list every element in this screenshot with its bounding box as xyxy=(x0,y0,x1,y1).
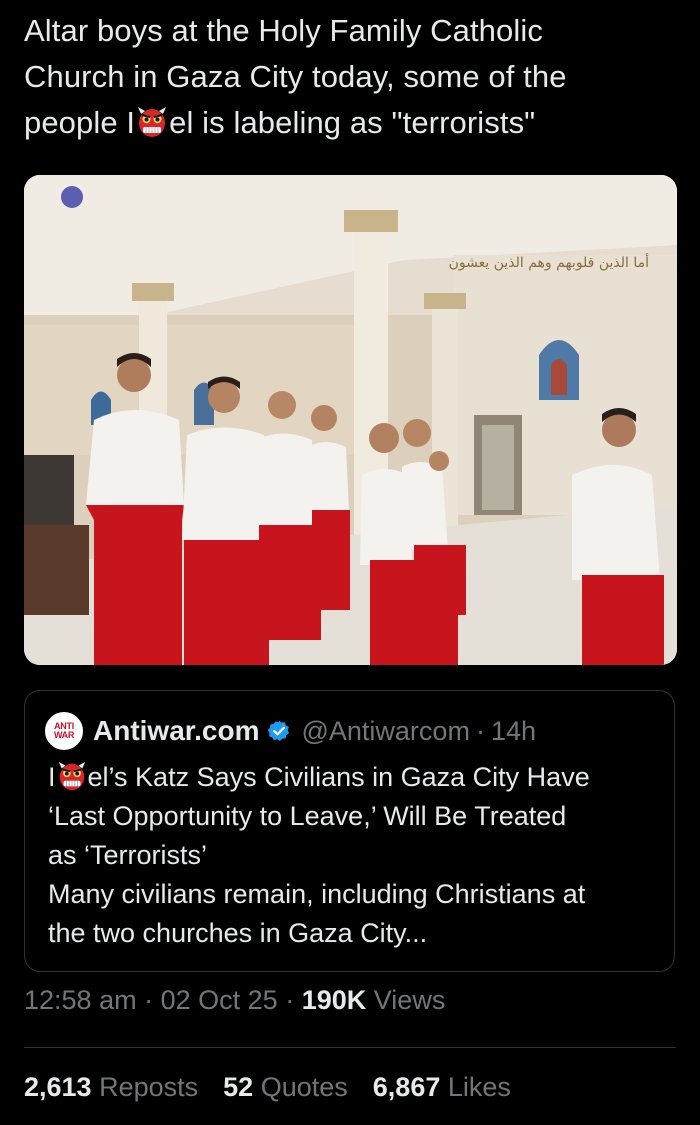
avatar[interactable]: ANTI WAR xyxy=(45,712,83,750)
quoted-summary-line: the two churches in Gaza City... xyxy=(48,918,428,948)
quoted-headline-line: Iel’s Katz Says Civilians in Gaza City H… xyxy=(48,758,658,797)
ogre-emoji-icon xyxy=(135,105,169,139)
post-date[interactable]: 02 Oct 25 xyxy=(161,985,278,1015)
quoted-headline-line: as ‘Terrorists’ xyxy=(48,840,208,870)
quoted-post-header: ANTI WAR Antiwar.com @Antiwarcom · 14h xyxy=(45,712,536,750)
post-page: Altar boys at the Holy Family Catholic C… xyxy=(0,0,700,1125)
post-text-fragment: people I xyxy=(24,105,136,140)
quoted-summary-line: Many civilians remain, including Christi… xyxy=(48,879,586,909)
quoted-post-body: Iel’s Katz Says Civilians in Gaza City H… xyxy=(48,758,658,953)
post-text-line: Church in Gaza City today, some of the xyxy=(24,59,567,94)
quotes-stat[interactable]: 52 Quotes xyxy=(223,1072,348,1103)
quoted-text-fragment: el’s Katz Says Civilians in Gaza City Ha… xyxy=(87,762,590,792)
quoted-text-fragment: I xyxy=(48,762,56,792)
views-label: Views xyxy=(373,985,446,1015)
church-altar-boys-image: أما الذين قلوبهم وهم الذين يعشون xyxy=(24,175,677,665)
separator: · xyxy=(285,985,295,1015)
post-text: Altar boys at the Holy Family Catholic C… xyxy=(24,8,684,146)
likes-stat[interactable]: 6,867 Likes xyxy=(373,1072,511,1103)
quoted-post-card[interactable]: ANTI WAR Antiwar.com @Antiwarcom · 14h I… xyxy=(24,690,675,972)
reposts-stat[interactable]: 2,613 Reposts xyxy=(24,1072,198,1103)
quotes-label: Quotes xyxy=(260,1072,348,1102)
likes-count: 6,867 xyxy=(372,1072,441,1102)
author-name[interactable]: Antiwar.com xyxy=(93,715,259,747)
post-time[interactable]: 12:58 am xyxy=(24,985,137,1015)
reposts-count: 2,613 xyxy=(24,1072,92,1102)
likes-label: Likes xyxy=(447,1072,511,1102)
separator: · xyxy=(144,985,154,1015)
divider xyxy=(24,1047,676,1048)
arabic-inscription: أما الذين قلوبهم وهم الذين يعشون xyxy=(449,253,649,271)
engagement-stats: 2,613 Reposts 52 Quotes 6,867 Likes xyxy=(24,1072,536,1103)
ogre-emoji-icon xyxy=(56,760,88,792)
avatar-text: WAR xyxy=(53,730,75,740)
views-count: 190K xyxy=(301,985,367,1015)
post-text-line: people I el is labeling as "terrorists" xyxy=(24,100,684,146)
post-photo[interactable]: أما الذين قلوبهم وهم الذين يعشون xyxy=(24,175,677,665)
quotes-count: 52 xyxy=(223,1072,254,1102)
quoted-headline-line: ‘Last Opportunity to Leave,’ Will Be Tre… xyxy=(48,801,567,831)
author-handle[interactable]: @Antiwarcom xyxy=(301,716,469,747)
post-text-line: Altar boys at the Holy Family Catholic xyxy=(24,13,543,48)
post-age[interactable]: 14h xyxy=(491,716,536,747)
post-meta: 12:58 am · 02 Oct 25 · 190K Views xyxy=(24,985,445,1016)
verified-badge-icon xyxy=(268,720,290,741)
separator: · xyxy=(475,715,485,746)
reposts-label: Reposts xyxy=(99,1072,199,1102)
post-text-fragment: el is labeling as "terrorists" xyxy=(169,105,536,140)
